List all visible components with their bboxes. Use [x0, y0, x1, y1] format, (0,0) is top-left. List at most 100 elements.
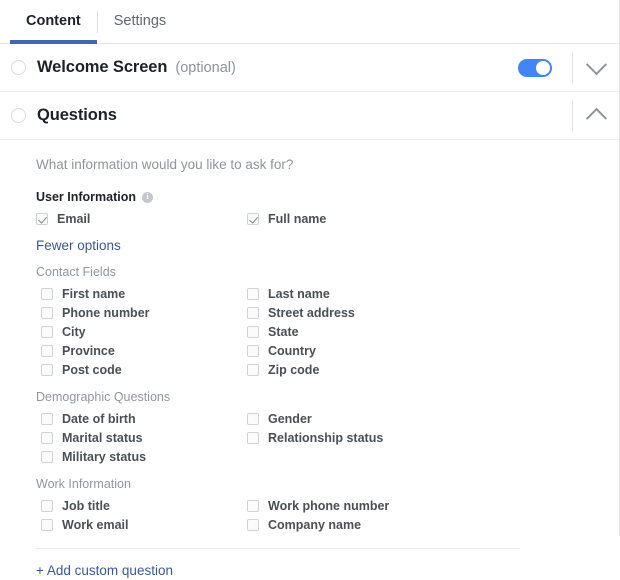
checkbox-box [41, 326, 53, 338]
checkbox-street-address[interactable]: Street address [247, 306, 355, 320]
checkbox-row: Post code Zip code [0, 363, 619, 380]
checkbox-box [41, 451, 53, 463]
checkbox-marital-status[interactable]: Marital status [41, 431, 143, 445]
checkbox-province-label: Province [62, 344, 115, 358]
checkbox-first-name[interactable]: First name [41, 287, 125, 301]
section-questions-title: Questions [37, 106, 117, 124]
checkbox-state[interactable]: State [247, 325, 299, 339]
checkbox-country[interactable]: Country [247, 344, 316, 358]
checkbox-job-title[interactable]: Job title [41, 499, 110, 513]
welcome-screen-expand-button[interactable] [573, 44, 619, 91]
checkbox-row: Date of birth Gender [0, 412, 619, 429]
checkbox-row: Email Full name [0, 212, 619, 229]
checkbox-box [247, 307, 259, 319]
checkbox-gender-label: Gender [268, 412, 312, 426]
checkbox-box [41, 413, 53, 425]
toggle-knob [536, 60, 550, 75]
section-divider [36, 548, 520, 549]
group-demographic-questions: Date of birth Gender Marital status Rela… [0, 412, 619, 467]
user-information-heading: User Information i [36, 190, 619, 204]
checkbox-box [41, 500, 53, 512]
section-welcome-screen-controls [518, 44, 619, 91]
section-welcome-screen-optional-label: (optional) [175, 59, 236, 76]
checkbox-box [41, 307, 53, 319]
checkbox-box [247, 288, 259, 300]
questions-body: What information would you like to ask f… [0, 157, 619, 580]
checkbox-box [247, 500, 259, 512]
checkbox-checked-icon [36, 213, 48, 225]
fewer-options-link[interactable]: Fewer options [36, 238, 121, 253]
form-editor-panel: Content Settings Welcome Screen (optiona… [0, 0, 620, 578]
checkbox-row: Job title Work phone number [0, 499, 619, 516]
questions-collapse-button[interactable] [573, 92, 619, 139]
user-information-fields: Email Full name [0, 212, 619, 229]
welcome-screen-toggle[interactable] [518, 58, 552, 77]
group-work-information: Job title Work phone number Work email C… [0, 499, 619, 535]
checkbox-row: Province Country [0, 344, 619, 361]
checkbox-city[interactable]: City [41, 325, 86, 339]
checkbox-work-phone-number-label: Work phone number [268, 499, 390, 513]
checkbox-box [41, 432, 53, 444]
checkbox-state-label: State [268, 325, 299, 339]
checkbox-row: First name Last name [0, 287, 619, 304]
checkbox-province[interactable]: Province [41, 344, 115, 358]
section-welcome-screen[interactable]: Welcome Screen (optional) [0, 44, 619, 92]
step-indicator-icon [11, 60, 26, 75]
checkbox-row: City State [0, 325, 619, 342]
checkbox-date-of-birth-label: Date of birth [62, 412, 136, 426]
checkbox-military-status[interactable]: Military status [41, 450, 146, 464]
checkbox-country-label: Country [268, 344, 316, 358]
checkbox-relationship-status[interactable]: Relationship status [247, 431, 383, 445]
chevron-up-icon [585, 107, 607, 129]
checkbox-phone-number[interactable]: Phone number [41, 306, 150, 320]
checkbox-email[interactable]: Email [36, 212, 90, 226]
checkbox-last-name[interactable]: Last name [247, 287, 330, 301]
checkbox-first-name-label: First name [62, 287, 126, 301]
checkbox-checked-icon [247, 213, 259, 225]
checkbox-gender[interactable]: Gender [247, 412, 312, 426]
checkbox-box [247, 519, 259, 531]
checkbox-post-code-label: Post code [62, 363, 122, 377]
checkbox-box [247, 432, 259, 444]
info-icon[interactable]: i [142, 191, 154, 203]
checkbox-full-name-label: Full name [268, 212, 327, 226]
checkbox-box [247, 345, 259, 357]
step-indicator-icon [11, 108, 26, 123]
chevron-down-icon [585, 54, 607, 76]
checkbox-box [247, 413, 259, 425]
tab-content[interactable]: Content [10, 0, 97, 44]
checkbox-post-code[interactable]: Post code [41, 363, 122, 377]
checkbox-full-name[interactable]: Full name [247, 212, 326, 226]
tab-settings[interactable]: Settings [98, 0, 182, 43]
section-questions[interactable]: Questions [0, 92, 619, 140]
group-contact-fields: First name Last name Phone number Street… [0, 287, 619, 380]
checkbox-work-phone-number[interactable]: Work phone number [247, 499, 389, 513]
checkbox-company-name[interactable]: Company name [247, 518, 361, 532]
checkbox-work-email-label: Work email [62, 518, 129, 532]
checkbox-street-address-label: Street address [268, 306, 355, 320]
questions-prompt: What information would you like to ask f… [36, 157, 294, 172]
checkbox-box [247, 364, 259, 376]
checkbox-box [41, 345, 53, 357]
add-custom-question-link[interactable]: + Add custom question [36, 563, 173, 578]
checkbox-row: Work email Company name [0, 518, 619, 535]
user-information-label: User Information [36, 190, 137, 204]
checkbox-military-status-label: Military status [62, 450, 147, 464]
group-title-work-information: Work Information [36, 477, 131, 491]
checkbox-box [41, 364, 53, 376]
checkbox-row: Phone number Street address [0, 306, 619, 323]
group-title-contact-fields: Contact Fields [36, 265, 116, 279]
checkbox-city-label: City [62, 325, 86, 339]
checkbox-row: Military status [0, 450, 619, 467]
checkbox-company-name-label: Company name [268, 518, 362, 532]
checkbox-phone-number-label: Phone number [62, 306, 150, 320]
checkbox-last-name-label: Last name [268, 287, 330, 301]
checkbox-box [41, 519, 53, 531]
checkbox-zip-code-label: Zip code [268, 363, 320, 377]
checkbox-zip-code[interactable]: Zip code [247, 363, 319, 377]
checkbox-row: Marital status Relationship status [0, 431, 619, 448]
checkbox-date-of-birth[interactable]: Date of birth [41, 412, 136, 426]
tab-content-label: Content [26, 13, 81, 30]
checkbox-work-email[interactable]: Work email [41, 518, 128, 532]
checkbox-box [247, 326, 259, 338]
